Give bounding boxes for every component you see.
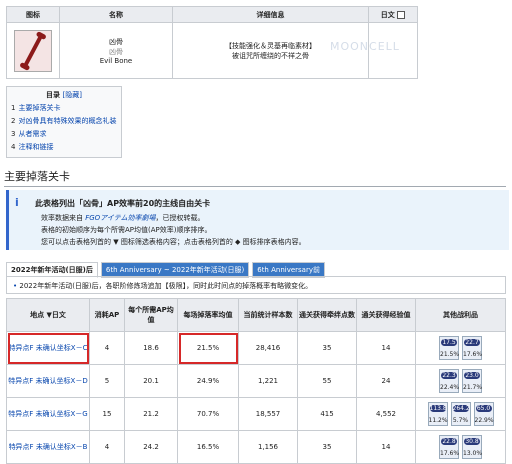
col-bond[interactable]: 通关获得牵绊点数 [297, 298, 357, 332]
ap-value: 5 [89, 364, 125, 398]
item-info-table: 图标 名称 详细信息 日文 凶骨 凶骨 Evil Bone 【技能强化＆灵基再临… [6, 6, 418, 79]
table-row: 特异点F 未确认坐标X－B 4 24.2 16.5% 1,156 35 14 2… [6, 430, 506, 464]
col-exp[interactable]: 通关获得经验值 [356, 298, 416, 332]
table-of-contents: 目录 [隐藏] 1 主要掉落关卡 2 对凶骨具有特殊效果的概念礼装 3 从者需求 4注… [6, 86, 122, 158]
samples: 1,156 [238, 430, 298, 464]
ap-per-item: 20.1 [124, 364, 178, 398]
other-drops: 22.8 17.6% 30.8 13.0% [415, 430, 506, 464]
source-link[interactable]: FGOアイテム効率劇場 [85, 214, 155, 222]
jp-checkbox[interactable] [397, 10, 406, 19]
drop-item-icon[interactable]: 23.0 21.7% [462, 369, 482, 393]
table-row: 特异点F 未确认坐标X－D 5 20.1 24.9% 1,221 55 24 2… [6, 364, 506, 398]
drop-item-icon[interactable]: 113.8 11.2% [427, 402, 448, 426]
col-samples[interactable]: 当前统计样本数 [238, 298, 298, 332]
header-icon: 图标 [6, 6, 60, 23]
detail-tag: 【技能强化＆灵基再临素材】 [225, 41, 316, 50]
drop-rate: 21.5% [177, 331, 239, 365]
item-detail-cell: 【技能强化＆灵基再临素材】 被诅咒所缠绕的不祥之骨 [172, 22, 369, 79]
item-jp-cell [368, 22, 418, 79]
notice-line-1: 效率数据来自 FGOアイテム効率劇場，已授权转载。 [41, 214, 205, 222]
other-drops: 22.3 22.4% 23.0 21.7% [415, 364, 506, 398]
toc-hide-link[interactable]: [隐藏] [62, 91, 81, 99]
detail-desc: 被诅咒所缠绕的不祥之骨 [232, 51, 309, 60]
col-ap[interactable]: 消耗AP [89, 298, 125, 332]
exp: 14 [356, 331, 416, 365]
evil-bone-icon[interactable] [14, 29, 52, 72]
drop-item-icon[interactable]: 17.5 21.5% [439, 336, 459, 360]
table-row: 特异点F 未确认坐标X－G 15 21.2 70.7% 18,557 415 4… [6, 397, 506, 431]
other-drops: 17.5 21.5% 22.7 17.6% [415, 331, 506, 365]
exp: 4,552 [356, 397, 416, 431]
drop-item-icon[interactable]: 22.7 17.6% [462, 336, 482, 360]
location-link[interactable]: 特异点F 未确认坐标X－D [6, 364, 90, 398]
toc-item-1[interactable]: 1 主要掉落关卡 [11, 103, 121, 113]
drop-item-icon[interactable]: 65.0 22.9% [473, 402, 494, 426]
exp: 14 [356, 430, 416, 464]
samples: 1,221 [238, 364, 298, 398]
item-name-cell: 凶骨 凶骨 Evil Bone [59, 22, 173, 79]
exp: 24 [356, 364, 416, 398]
col-ap-per-item[interactable]: 每个所需AP均值 [124, 298, 178, 332]
ap-value: 4 [89, 331, 125, 365]
info-icon: i [15, 196, 19, 209]
other-drops: 113.8 11.2% 264.2 5.7% 65.0 22.9% [415, 397, 506, 431]
drop-item-icon[interactable]: 30.8 13.0% [462, 435, 482, 459]
bond: 35 [297, 331, 357, 365]
ap-per-item: 21.2 [124, 397, 178, 431]
col-drop-rate[interactable]: 每场掉落率均值 [177, 298, 239, 332]
drop-rate: 16.5% [177, 430, 239, 464]
toc-title: 目录 [隐藏] [46, 91, 82, 99]
toc-item-4[interactable]: 4 注释和链接 [11, 142, 121, 152]
header-detail: 详细信息 [172, 6, 369, 23]
toc-item-2[interactable]: 2 对凶骨具有特殊效果的概念礼装 [11, 116, 121, 126]
location-link[interactable]: 特异点F 未确认坐标X－G [6, 397, 90, 431]
ap-per-item: 24.2 [124, 430, 178, 464]
drop-item-icon[interactable]: 22.3 22.4% [439, 369, 459, 393]
drop-table: 地点 ▼日文 消耗AP 每个所需AP均值 每场掉落率均值 当前统计样本数 通关获… [6, 298, 506, 464]
header-name: 名称 [59, 6, 173, 23]
drop-rate: 70.7% [177, 397, 239, 431]
location-link[interactable]: 特异点F 未确认坐标X－B [6, 430, 90, 464]
bond: 35 [297, 430, 357, 464]
drop-item-icon[interactable]: 22.8 17.6% [439, 435, 459, 459]
info-notice-box: i 此表格列出「凶骨」AP效率前20的主线自由关卡 效率数据来自 FGOアイテム… [6, 190, 509, 250]
bond: 415 [297, 397, 357, 431]
ap-value: 4 [89, 430, 125, 464]
name-en: Evil Bone [99, 56, 133, 65]
col-other-drops: 其他战利品 [415, 298, 506, 332]
name-cn: 凶骨 [109, 37, 123, 46]
toc-item-3[interactable]: 3 从者需求 [11, 129, 121, 139]
section-title: 主要掉落关卡 [4, 168, 506, 187]
drop-rate: 24.9% [177, 364, 239, 398]
notice-line-2: 表格的初始顺序为每个所需AP均值(AP效率)顺序排序。 [41, 226, 212, 234]
header-jp: 日文 [368, 6, 418, 23]
notice-title: 此表格列出「凶骨」AP效率前20的主线自由关卡 [35, 199, 211, 208]
drop-notice: • 2022年新年活动(日服)后，各职阶修炼场追加【极限】，同时此时间点的掉落概… [6, 276, 506, 294]
samples: 28,416 [238, 331, 298, 365]
name-jp: 凶骨 [109, 47, 123, 56]
ap-value: 15 [89, 397, 125, 431]
table-row: 特异点F 未确认坐标X－C 4 18.6 21.5% 28,416 35 14 … [6, 331, 506, 365]
samples: 18,557 [238, 397, 298, 431]
notice-line-3: 您可以点击表格列首的 ▼ 图标筛选表格内容；点击表格列首的 ◆ 图标排序表格内容… [41, 238, 306, 246]
col-location[interactable]: 地点 ▼日文 [6, 298, 90, 332]
ap-per-item: 18.6 [124, 331, 178, 365]
location-link[interactable]: 特异点F 未确认坐标X－C [6, 331, 90, 365]
item-icon-cell [6, 22, 60, 79]
bond: 55 [297, 364, 357, 398]
drop-item-icon[interactable]: 264.2 5.7% [450, 402, 471, 426]
